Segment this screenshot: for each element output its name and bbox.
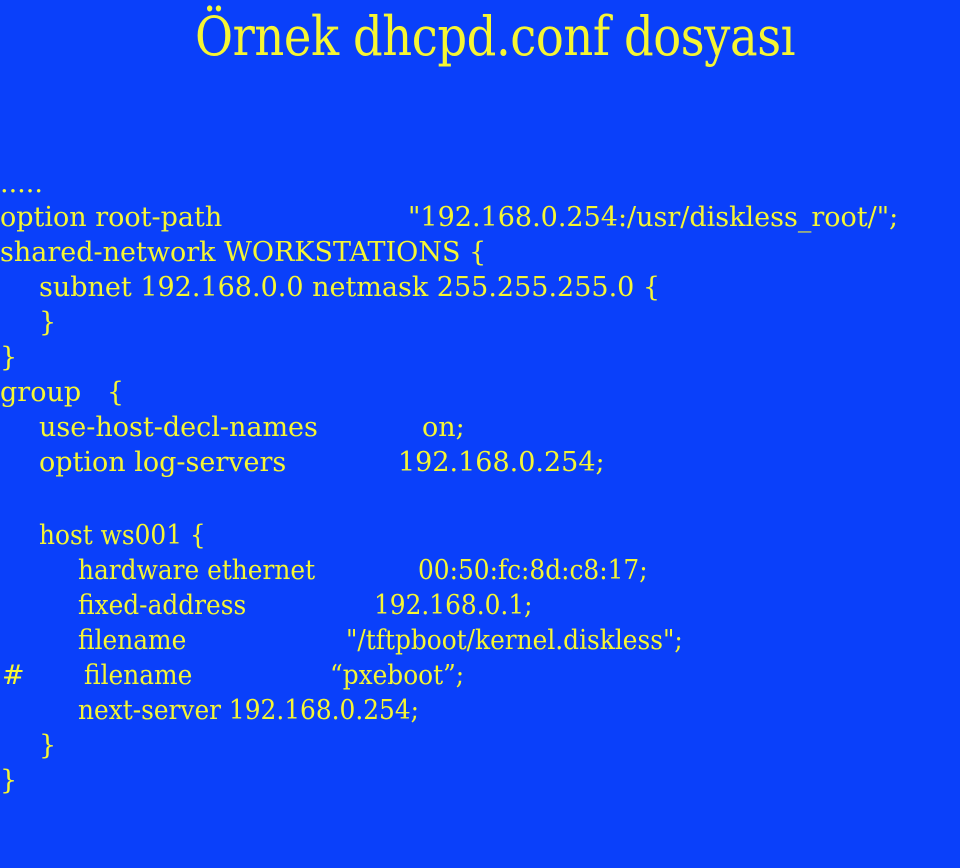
key-text: filename <box>78 625 187 656</box>
directive-key: use-host-decl-names <box>39 412 318 443</box>
slide-title: Örnek dhcpd.conf dosyası <box>195 5 796 68</box>
value-text: 192.168.0.1; <box>374 590 533 621</box>
value-text: 00:50:fc:8d:c8:17; <box>418 555 648 586</box>
key-text: next-server 192.168.0.254; <box>78 695 420 726</box>
directive-value: 00:50:fc:8d:c8:17; <box>418 553 668 588</box>
directive-key: hardware ethernet <box>78 553 336 588</box>
code-line-close-brace: } <box>0 305 56 340</box>
code-line-fixed-address: fixed-address 192.168.0.1; <box>0 588 532 623</box>
directive-value: on; <box>422 412 465 443</box>
key-text: filename <box>84 660 193 691</box>
directive-value: “pxeboot”; <box>330 658 476 693</box>
code-line-close-brace: } <box>0 340 34 375</box>
code-line-log-servers: option log-servers 192.168.0.254; <box>0 445 605 480</box>
directive-value: "/tftpboot/kernel.diskless"; <box>346 623 712 658</box>
close-brace: } <box>0 765 18 796</box>
directive-key: shared-network WORKSTATIONS { <box>0 237 487 268</box>
code-line-next-server: next-server 192.168.0.254; <box>0 693 419 728</box>
code-line-root-path: option root-path "192.168.0.254:/usr/dis… <box>0 200 898 235</box>
code-line-close-brace: } <box>0 763 34 798</box>
directive-key: fixed-address <box>78 588 261 623</box>
directive-value: "192.168.0.254:/usr/diskless_root/"; <box>408 202 899 233</box>
directive-key: option root-path <box>0 202 223 233</box>
key-text: hardware ethernet <box>78 555 316 586</box>
value-text: "/tftpboot/kernel.diskless"; <box>346 625 683 656</box>
code-line-subnet: subnet 192.168.0.0 netmask 255.255.255.0… <box>0 270 660 305</box>
directive-key: group { <box>0 377 125 408</box>
code-line-hardware-ethernet: hardware ethernet 00:50:fc:8d:c8:17; <box>0 553 648 588</box>
host-text: host ws001 { <box>39 520 206 551</box>
directive-key: next-server 192.168.0.254; <box>78 693 449 728</box>
directive-value: 192.168.0.1; <box>374 588 546 623</box>
code-line-filename: filename "/tftpboot/kernel.diskless"; <box>0 623 683 658</box>
close-brace: } <box>39 307 57 338</box>
code-line-close-brace: } <box>0 728 56 763</box>
directive-key: filename <box>84 658 202 693</box>
code-line-commented-filename: # filename “pxeboot”; <box>0 658 464 693</box>
code-line-group: group { <box>0 375 124 410</box>
directive-key: option log-servers <box>39 447 287 478</box>
code-line-use-host-decl-names: use-host-decl-names on; <box>0 410 465 445</box>
directive-key: host ws001 { <box>39 518 220 553</box>
comment-hash: # <box>2 660 25 691</box>
code-line-shared-network: shared-network WORKSTATIONS { <box>0 235 486 270</box>
key-text: fixed-address <box>78 590 247 621</box>
directive-key: filename <box>78 623 196 658</box>
close-brace: } <box>0 342 18 373</box>
value-text: “pxeboot”; <box>330 660 465 691</box>
code-line-host: host ws001 { <box>0 518 206 553</box>
directive-key: subnet 192.168.0.0 netmask 255.255.255.0… <box>39 272 661 303</box>
directive-value: 192.168.0.254; <box>398 447 605 478</box>
close-brace: } <box>39 730 57 761</box>
ellipsis-text: ..... <box>0 168 43 199</box>
